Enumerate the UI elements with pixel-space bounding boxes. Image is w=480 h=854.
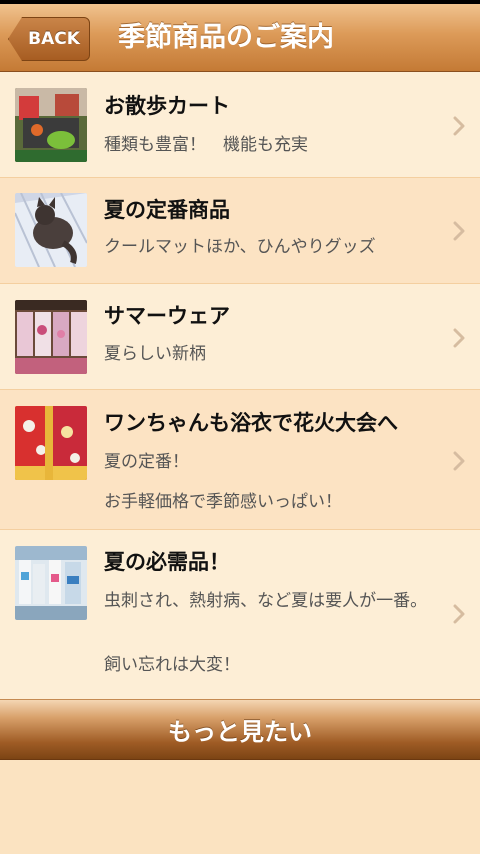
list-item-summer-essentials[interactable]: 夏の必需品！ 虫刺され、熱射病、など夏は要人が一番。 飼い忘れは大変！ bbox=[0, 530, 480, 700]
item-description-sub: 飼い忘れは大変！ bbox=[104, 655, 240, 675]
page-title: 季節商品のご案内 bbox=[118, 22, 334, 53]
back-button[interactable]: BACK bbox=[8, 17, 90, 61]
chevron-right-icon bbox=[453, 328, 465, 348]
summer-essentials-thumbnail bbox=[15, 546, 87, 620]
chevron-right-icon bbox=[453, 604, 465, 624]
item-title: ワンちゃんも浴衣で花火大会へ bbox=[104, 411, 398, 435]
show-more-button[interactable]: もっと見たい bbox=[0, 699, 480, 760]
cat-thumbnail bbox=[15, 193, 87, 267]
item-title: お散歩カート bbox=[104, 94, 230, 118]
item-description: 夏らしい新柄 bbox=[104, 344, 206, 364]
list-item-cart[interactable]: お散歩カート 種類も豊富！ 機能も充実 bbox=[0, 72, 480, 178]
chevron-right-icon bbox=[453, 116, 465, 136]
list-item-summer-wear[interactable]: サマーウェア 夏らしい新柄 bbox=[0, 284, 480, 390]
item-description: 夏の定番！ bbox=[104, 452, 189, 472]
chevron-right-icon bbox=[453, 451, 465, 471]
list-item-summer-staples[interactable]: 夏の定番商品 クールマットほか、ひんやりグッズ bbox=[0, 178, 480, 284]
list-item-dog-yukata[interactable]: ワンちゃんも浴衣で花火大会へ 夏の定番！ お手軽価格で季節感いっぱい！ bbox=[0, 390, 480, 530]
item-description: クールマットほか、ひんやりグッズ bbox=[104, 237, 376, 257]
dog-yukata-thumbnail bbox=[15, 406, 87, 480]
item-description: 虫刺され、熱射病、など夏は要人が一番。 bbox=[104, 591, 428, 611]
chevron-right-icon bbox=[453, 221, 465, 241]
pet-cart-thumbnail bbox=[15, 88, 87, 162]
item-title: 夏の定番商品 bbox=[104, 198, 230, 222]
summer-wear-thumbnail bbox=[15, 300, 87, 374]
item-title: サマーウェア bbox=[104, 304, 230, 328]
nav-bar: BACK 季節商品のご案内 bbox=[0, 4, 480, 72]
item-title: 夏の必需品！ bbox=[104, 550, 230, 574]
item-description-sub: お手軽価格で季節感いっぱい！ bbox=[104, 492, 342, 512]
item-description: 種類も豊富！ 機能も充実 bbox=[104, 135, 308, 155]
product-list: お散歩カート 種類も豊富！ 機能も充実 夏の定番商品 クールマットほか、ひんやり… bbox=[0, 72, 480, 700]
